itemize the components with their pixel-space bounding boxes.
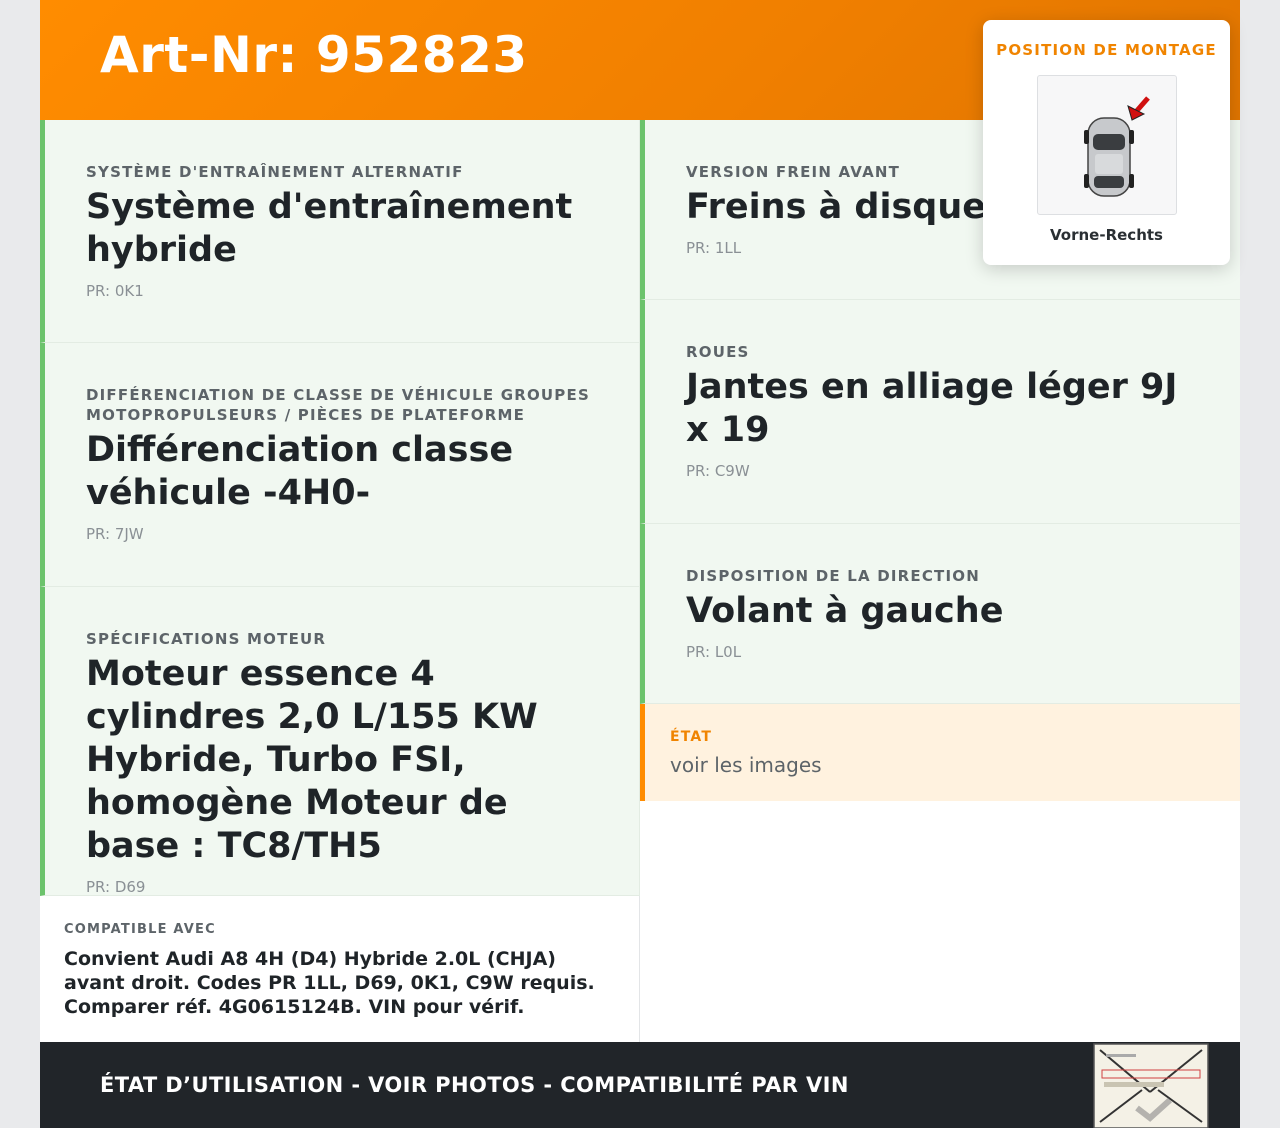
condition-card: ÉTAT voir les images xyxy=(640,704,1240,801)
spec-label: DISPOSITION DE LA DIRECTION xyxy=(686,567,980,585)
spec-code: PR: 7JW xyxy=(86,525,144,543)
spec-card-wheels: ROUES Jantes en alliage léger 9J x 19 PR… xyxy=(640,300,1240,524)
compat-value: Convient Audi A8 4H (D4) Hybride 2.0L (C… xyxy=(64,948,595,1018)
document-stamp-icon xyxy=(1093,1043,1209,1128)
spec-label: DIFFÉRENCIATION DE CLASSE DE VÉHICULE GR… xyxy=(86,386,590,424)
spec-value: Différenciation classe véhicule -4H0- xyxy=(86,430,514,513)
mounting-position-label: Vorne-Rechts xyxy=(1050,226,1163,244)
spec-value: Système d'entraînement hybride xyxy=(86,187,573,270)
spec-code: PR: 0K1 xyxy=(86,282,144,300)
spec-card-steering: DISPOSITION DE LA DIRECTION Volant à gau… xyxy=(640,524,1240,704)
spec-code: PR: L0L xyxy=(686,643,742,661)
article-number-title: Art-Nr: 952823 xyxy=(100,26,528,84)
spec-card-vehicle-class: DIFFÉRENCIATION DE CLASSE DE VÉHICULE GR… xyxy=(40,343,640,587)
compat-label: COMPATIBLE AVEC xyxy=(64,922,216,937)
spec-value: Moteur essence 4 cylindres 2,0 L/155 KW … xyxy=(86,654,538,866)
registration-document-thumbnail[interactable] xyxy=(1092,1042,1210,1128)
spec-code: PR: C9W xyxy=(686,462,750,480)
spec-value: Volant à gauche xyxy=(686,591,1004,631)
spec-label: SPÉCIFICATIONS MOTEUR xyxy=(86,630,327,648)
footer-bar: ÉTAT D’UTILISATION - VOIR PHOTOS - COMPA… xyxy=(40,1042,1240,1128)
spec-label: SYSTÈME D'ENTRAÎNEMENT ALTERNATIF xyxy=(86,163,464,181)
spec-code: PR: D69 xyxy=(86,878,146,896)
compatibility-section: COMPATIBLE AVEC Convient Audi A8 4H (D4)… xyxy=(40,896,640,1042)
mounting-position-image[interactable] xyxy=(1037,75,1177,215)
condition-label: ÉTAT xyxy=(670,729,713,745)
spec-value: Jantes en alliage léger 9J x 19 xyxy=(686,367,1178,450)
spec-label: ROUES xyxy=(686,343,750,361)
condition-value: voir les images xyxy=(670,753,822,777)
spec-card-drive-system: SYSTÈME D'ENTRAÎNEMENT ALTERNATIF Systèm… xyxy=(40,120,640,343)
footer-text: ÉTAT D’UTILISATION - VOIR PHOTOS - COMPA… xyxy=(100,1073,849,1097)
car-top-view-icon xyxy=(1084,96,1150,197)
mounting-position-popup: POSITION DE MONTAGE Vorne-Rechts xyxy=(983,20,1230,265)
popup-title: POSITION DE MONTAGE xyxy=(996,41,1217,59)
spec-card-engine: SPÉCIFICATIONS MOTEUR Moteur essence 4 c… xyxy=(40,587,640,896)
